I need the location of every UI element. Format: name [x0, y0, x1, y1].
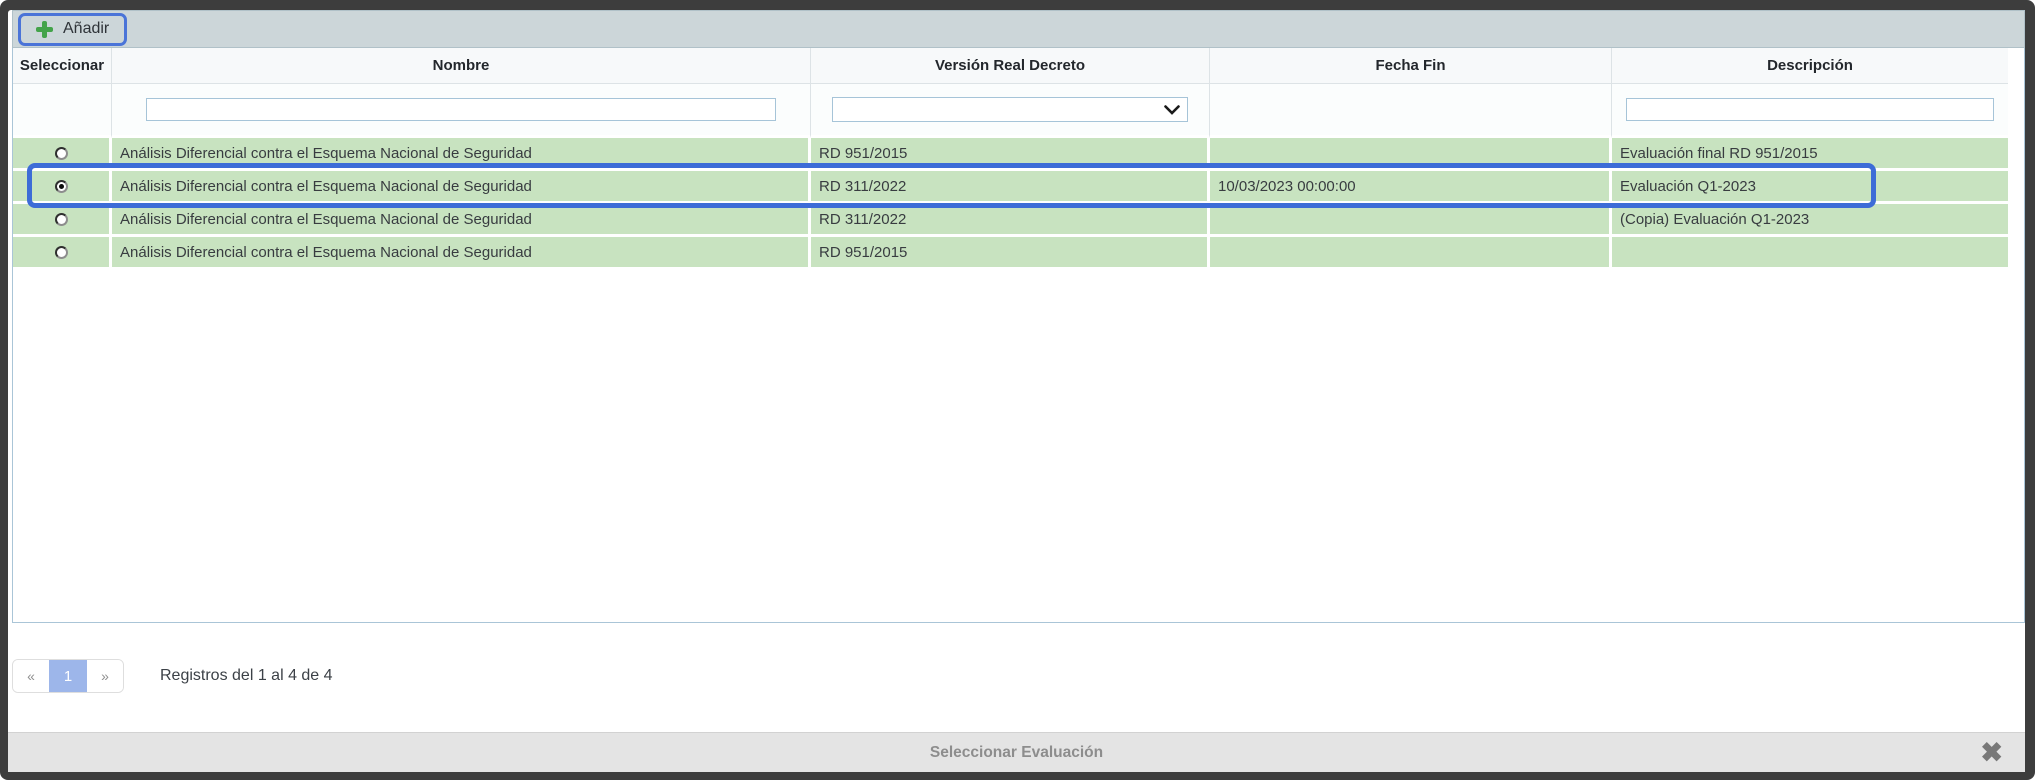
- modal-content: Añadir Seleccionar Nombre Versión Real D…: [8, 10, 2025, 772]
- add-button-label: Añadir: [63, 20, 109, 38]
- cell-seleccionar: [13, 171, 112, 204]
- pagination-page-1-button[interactable]: 1: [49, 660, 87, 692]
- header-descripcion: Descripción: [1612, 48, 2008, 84]
- plus-icon: [36, 21, 53, 38]
- descripcion-filter-input[interactable]: [1626, 98, 1994, 121]
- cell-descripcion: Evaluación final RD 951/2015: [1612, 138, 2008, 171]
- cell-fecha-fin: [1210, 237, 1612, 270]
- version-filter-select[interactable]: [832, 97, 1188, 122]
- table-row[interactable]: Análisis Diferencial contra el Esquema N…: [13, 204, 2008, 237]
- evaluations-table: Seleccionar Nombre Versión Real Decreto …: [13, 48, 2008, 270]
- header-seleccionar: Seleccionar: [13, 48, 112, 84]
- pagination-next-button[interactable]: »: [87, 660, 123, 692]
- filter-cell-version: [811, 84, 1210, 138]
- add-button[interactable]: Añadir: [18, 13, 127, 46]
- filter-cell-descripcion: [1612, 84, 2008, 138]
- close-icon[interactable]: ✖: [1974, 738, 2009, 767]
- cell-version-real-decreto: RD 311/2022: [811, 171, 1210, 204]
- cell-fecha-fin: [1210, 138, 1612, 171]
- cell-seleccionar: [13, 204, 112, 237]
- row-radio[interactable]: [55, 246, 68, 259]
- records-summary: Registros del 1 al 4 de 4: [160, 659, 333, 693]
- header-fecha-fin: Fecha Fin: [1210, 48, 1612, 84]
- toolbar: Añadir: [12, 10, 2025, 48]
- cell-fecha-fin: 10/03/2023 00:00:00: [1210, 171, 1612, 204]
- filter-cell-nombre: [112, 84, 811, 138]
- nombre-filter-input[interactable]: [146, 98, 776, 121]
- table-row[interactable]: Análisis Diferencial contra el Esquema N…: [13, 237, 2008, 270]
- pagination-prev-button[interactable]: «: [13, 660, 49, 692]
- evaluations-table-container: Seleccionar Nombre Versión Real Decreto …: [12, 48, 2025, 623]
- table-row[interactable]: Análisis Diferencial contra el Esquema N…: [13, 171, 2008, 204]
- cell-seleccionar: [13, 237, 112, 270]
- modal-footer: Seleccionar Evaluación ✖: [8, 732, 2025, 772]
- header-nombre: Nombre: [112, 48, 811, 84]
- cell-version-real-decreto: RD 951/2015: [811, 138, 1210, 171]
- row-radio[interactable]: [55, 180, 68, 193]
- cell-seleccionar: [13, 138, 112, 171]
- filter-cell-seleccionar: [13, 84, 112, 138]
- filter-row: [13, 84, 2008, 138]
- cell-nombre: Análisis Diferencial contra el Esquema N…: [112, 237, 811, 270]
- filter-cell-fecha-fin: [1210, 84, 1612, 138]
- row-radio[interactable]: [55, 213, 68, 226]
- cell-descripcion: (Copia) Evaluación Q1-2023: [1612, 204, 2008, 237]
- header-version-real-decreto: Versión Real Decreto: [811, 48, 1210, 84]
- header-row: Seleccionar Nombre Versión Real Decreto …: [13, 48, 2008, 84]
- cell-version-real-decreto: RD 951/2015: [811, 237, 1210, 270]
- cell-descripcion: [1612, 237, 2008, 270]
- cell-nombre: Análisis Diferencial contra el Esquema N…: [112, 138, 811, 171]
- modal-window: Añadir Seleccionar Nombre Versión Real D…: [0, 0, 2035, 780]
- cell-nombre: Análisis Diferencial contra el Esquema N…: [112, 171, 811, 204]
- modal-title: Seleccionar Evaluación: [930, 744, 1103, 762]
- pagination: « 1 »: [12, 659, 124, 693]
- cell-version-real-decreto: RD 311/2022: [811, 204, 1210, 237]
- table-body: Análisis Diferencial contra el Esquema N…: [13, 138, 2008, 270]
- cell-descripcion: Evaluación Q1-2023: [1612, 171, 2008, 204]
- cell-nombre: Análisis Diferencial contra el Esquema N…: [112, 204, 811, 237]
- table-row[interactable]: Análisis Diferencial contra el Esquema N…: [13, 138, 2008, 171]
- row-radio[interactable]: [55, 147, 68, 160]
- cell-fecha-fin: [1210, 204, 1612, 237]
